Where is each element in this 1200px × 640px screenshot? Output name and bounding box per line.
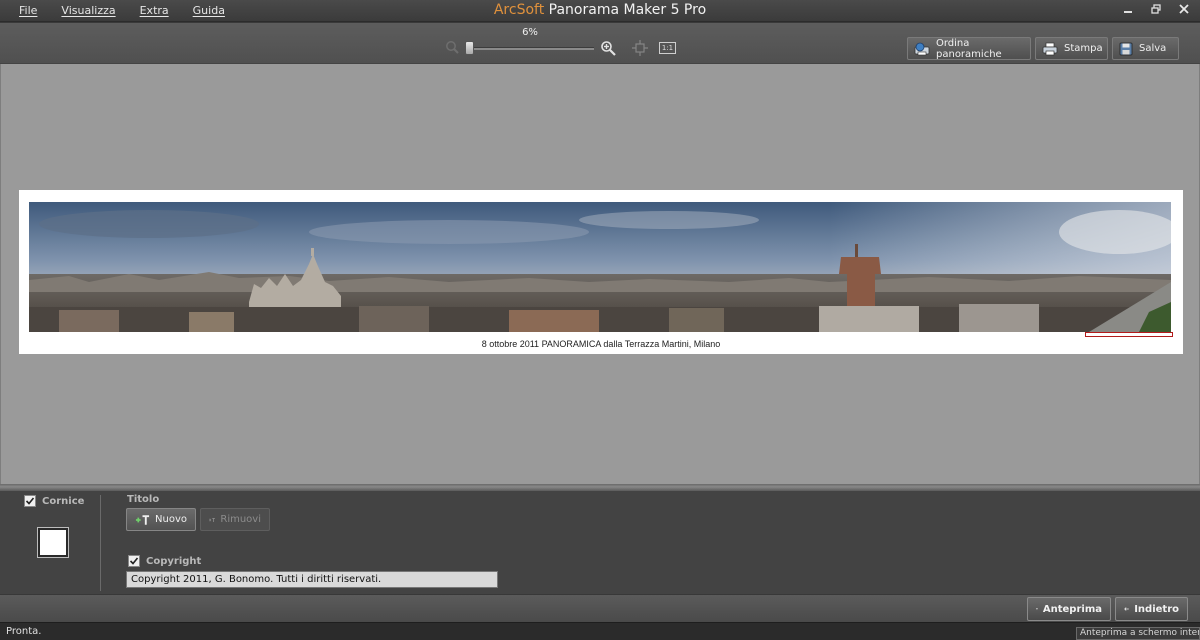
print-label: Stampa [1064,43,1103,54]
panorama-frame: 8 ottobre 2011 PANORAMICA dalla Terrazza… [19,190,1183,354]
frame-label: Cornice [42,496,85,507]
save-button[interactable]: Salva [1112,37,1179,60]
close-icon[interactable] [1178,3,1190,17]
zoom-percent: 6% [522,27,538,38]
checkmark-icon [129,557,139,565]
copyright-watermark [1085,332,1173,337]
zoom-out-icon[interactable] [445,40,459,54]
panorama-image[interactable] [29,202,1171,332]
app-product-name: Panorama Maker 5 Pro [548,2,707,18]
remove-title-button[interactable]: Rimuovi [200,508,270,531]
zoom-slider-track[interactable] [466,47,594,50]
preview-area: 8 ottobre 2011 PANORAMICA dalla Terrazza… [0,64,1200,484]
save-label: Salva [1139,43,1167,54]
fullscreen-preview-icon [1036,608,1038,610]
tooltip: Anteprima a schermo intero [1076,627,1200,640]
copyright-label: Copyright [146,556,202,567]
globe-printer-icon [914,42,930,55]
preview-label: Anteprima [1042,603,1102,615]
frame-checkbox[interactable] [24,495,36,507]
footer-bar: Anteprima Indietro [0,594,1200,622]
order-panoramas-label: Ordina panoramiche [936,37,1002,60]
printer-icon [1042,42,1058,55]
panorama-caption[interactable]: 8 ottobre 2011 PANORAMICA dalla Terrazza… [19,339,1183,349]
status-bar: Pronta. [0,622,1200,640]
zoom-slider-thumb[interactable] [465,41,474,55]
back-label: Indietro [1134,603,1179,615]
add-text-icon [135,514,150,525]
fit-to-window-icon[interactable] [632,40,648,56]
minimize-icon[interactable] [1122,3,1134,17]
new-title-button[interactable]: Nuovo [126,508,196,531]
order-panoramas-button[interactable]: Ordina panoramiche [907,37,1031,60]
preview-button[interactable]: Anteprima [1027,597,1111,621]
copyright-checkbox[interactable] [128,555,140,567]
app-brand: ArcSoft [493,2,545,18]
toolbar: 6% 1:1 Ordina panoramiche Stampa Salva [0,23,1200,64]
print-button[interactable]: Stampa [1035,37,1108,60]
zoom-in-icon[interactable] [600,40,616,56]
window-controls [1122,3,1190,17]
remove-title-label: Rimuovi [220,514,261,525]
panel-separator [100,495,101,591]
options-panel: Cornice Titolo Nuovo Rimuovi Copyright C… [0,491,1200,594]
arrow-left-icon [1124,607,1129,611]
frame-color-swatch[interactable] [37,527,69,558]
checkmark-icon [25,497,35,505]
save-icon [1119,42,1133,55]
copyright-input[interactable]: Copyright 2011, G. Bonomo. Tutti i dirit… [126,571,498,588]
app-title: ArcSoft Panorama Maker 5 Pro [0,2,1200,18]
remove-text-icon [209,517,215,522]
panel-splitter[interactable] [0,484,1200,491]
new-title-label: Nuovo [155,514,187,525]
title-bar: File Visualizza Extra Guida ArcSoft Pano… [0,0,1200,22]
title-section-label: Titolo [127,494,160,505]
status-text: Pronta. [6,626,42,637]
actual-size-icon[interactable]: 1:1 [659,42,676,54]
back-button[interactable]: Indietro [1115,597,1188,621]
restore-icon[interactable] [1150,3,1162,17]
